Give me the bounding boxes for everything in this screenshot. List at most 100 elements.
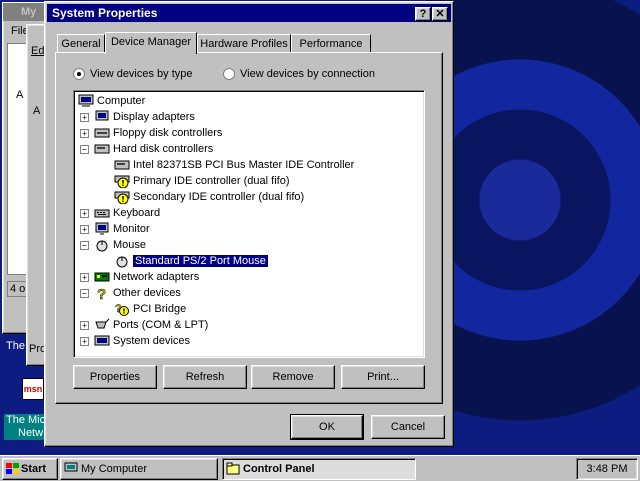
system-tray-clock[interactable]: 3:48 PM xyxy=(576,458,638,480)
tree-node-floppy-controllers[interactable]: Floppy disk controllers xyxy=(94,125,222,141)
button-label: OK xyxy=(319,421,335,433)
taskbar-item-control-panel[interactable]: Control Panel xyxy=(222,458,416,480)
clock-text: 3:48 PM xyxy=(586,463,628,475)
taskbar-item-my-computer[interactable]: My Computer xyxy=(60,458,218,480)
radio-dot xyxy=(73,68,85,81)
tab-label: General xyxy=(61,38,101,50)
expander-button[interactable]: + xyxy=(80,113,89,122)
refresh-button[interactable]: Refresh xyxy=(163,365,247,389)
tab-hardware-profiles[interactable]: Hardware Profiles xyxy=(197,34,291,53)
node-label: Standard PS/2 Port Mouse xyxy=(132,254,269,268)
expander-button[interactable]: + xyxy=(80,209,89,218)
node-label: Computer xyxy=(97,95,146,107)
expander-button[interactable]: + xyxy=(80,337,89,346)
expander-button[interactable]: − xyxy=(80,145,89,154)
label-a: A xyxy=(33,105,41,117)
tab-label: Performance xyxy=(299,38,363,50)
radio-view-by-connection[interactable]: View devices by connection xyxy=(223,68,375,81)
ide-controller-icon xyxy=(114,160,130,170)
task-label: Control Panel xyxy=(243,463,315,475)
cancel-button[interactable]: Cancel xyxy=(371,415,445,439)
node-label: Keyboard xyxy=(113,207,161,219)
icon-label-line: Netw xyxy=(18,427,44,439)
tree-node-network-adapters[interactable]: Network adapters xyxy=(94,269,199,285)
help-button[interactable]: ? xyxy=(415,7,431,21)
tree-node-primary-ide[interactable]: Primary IDE controller (dual fifo) xyxy=(114,173,290,189)
tab-performance[interactable]: Performance xyxy=(291,34,371,53)
properties-button[interactable]: Properties xyxy=(73,365,157,389)
button-label: Properties xyxy=(89,371,141,383)
remove-button[interactable]: Remove xyxy=(251,365,335,389)
monitor-icon xyxy=(95,222,109,236)
expander-button[interactable]: + xyxy=(80,273,89,282)
mouse-icon xyxy=(116,256,128,268)
start-button[interactable]: Start xyxy=(2,458,58,480)
node-label: Floppy disk controllers xyxy=(113,127,223,139)
tab-general[interactable]: General xyxy=(57,34,105,53)
tree-node-intel-ide[interactable]: Intel 82371SB PCI Bus Master IDE Control… xyxy=(114,157,354,173)
tab-label: Hardware Profiles xyxy=(200,38,288,50)
print-button[interactable]: Print... xyxy=(341,365,425,389)
keyboard-icon xyxy=(94,209,110,218)
display-adapter-icon xyxy=(95,110,109,121)
radio-label: View devices by type xyxy=(90,68,193,80)
warning-controller-icon xyxy=(114,191,130,205)
tree-node-ps2-mouse[interactable]: Standard PS/2 Port Mouse xyxy=(114,253,269,269)
tree-node-monitor[interactable]: Monitor xyxy=(94,221,150,237)
floppy-controller-icon xyxy=(94,128,110,138)
windows-logo-icon xyxy=(6,463,19,475)
port-icon xyxy=(95,318,110,329)
device-tree[interactable]: Computer + Display adapters + Floppy dis… xyxy=(73,90,425,358)
ok-button[interactable]: OK xyxy=(290,414,364,440)
warning-controller-icon xyxy=(114,175,130,189)
network-adapter-icon xyxy=(94,272,110,282)
msn-logo[interactable]: msn xyxy=(22,378,44,400)
hard-disk-controller-icon xyxy=(94,144,110,154)
node-label: Network adapters xyxy=(113,271,200,283)
computer-icon xyxy=(64,462,78,472)
tree-node-hard-disk-controllers[interactable]: Hard disk controllers xyxy=(94,141,213,157)
radio-view-by-type[interactable]: View devices by type xyxy=(73,68,193,81)
tab-label: Device Manager xyxy=(110,36,192,48)
tree-node-ports[interactable]: Ports (COM & LPT) xyxy=(94,317,208,333)
radio-dot xyxy=(223,68,235,81)
expander-button[interactable]: − xyxy=(80,241,89,250)
node-label: Ports (COM & LPT) xyxy=(113,319,209,331)
node-label: Intel 82371SB PCI Bus Master IDE Control… xyxy=(133,159,355,171)
taskbar: Start My Computer Control Panel 3:48 PM xyxy=(0,455,640,481)
svg-text:?: ? xyxy=(97,286,106,300)
tree-node-secondary-ide[interactable]: Secondary IDE controller (dual fifo) xyxy=(114,189,304,205)
expander-button[interactable]: + xyxy=(80,321,89,330)
computer-icon xyxy=(78,94,94,108)
expander-button[interactable]: + xyxy=(80,129,89,138)
desktop-icon-label[interactable]: The xyxy=(6,340,25,352)
system-devices-icon xyxy=(94,335,110,346)
expander-button[interactable]: + xyxy=(80,225,89,234)
node-label: Primary IDE controller (dual fifo) xyxy=(133,175,290,187)
tree-node-other-devices[interactable]: ? Other devices xyxy=(94,285,181,301)
dialog-title: System Properties xyxy=(52,6,158,20)
expander-button[interactable]: − xyxy=(80,289,89,298)
tree-node-display-adapters[interactable]: Display adapters xyxy=(94,109,195,125)
button-label: Refresh xyxy=(185,371,225,383)
node-label: Monitor xyxy=(113,223,150,235)
button-label: Cancel xyxy=(390,421,426,433)
question-icon: ? xyxy=(97,286,107,300)
radio-label: View devices by connection xyxy=(240,68,375,80)
warning-question-icon: ? xyxy=(115,303,129,317)
tree-node-system-devices[interactable]: System devices xyxy=(94,333,190,349)
mouse-icon xyxy=(96,240,108,252)
system-properties-dialog: System Properties ? ✕ General Device Man… xyxy=(44,1,454,447)
close-icon: ✕ xyxy=(435,8,445,20)
tree-node-mouse[interactable]: Mouse xyxy=(94,237,146,253)
tree-node-pci-bridge[interactable]: ? PCI Bridge xyxy=(114,301,186,317)
tree-node-keyboard[interactable]: Keyboard xyxy=(94,205,160,221)
node-label: System devices xyxy=(113,335,191,347)
dialog-titlebar[interactable]: System Properties ? ✕ xyxy=(47,4,451,22)
node-label: Secondary IDE controller (dual fifo) xyxy=(133,191,305,203)
tab-device-manager[interactable]: Device Manager xyxy=(105,32,197,54)
desktop-icon-label[interactable]: The Mic Netw xyxy=(4,414,48,440)
tree-node-computer[interactable]: Computer xyxy=(78,93,145,109)
label-a: A xyxy=(16,89,24,101)
close-button[interactable]: ✕ xyxy=(432,7,448,21)
